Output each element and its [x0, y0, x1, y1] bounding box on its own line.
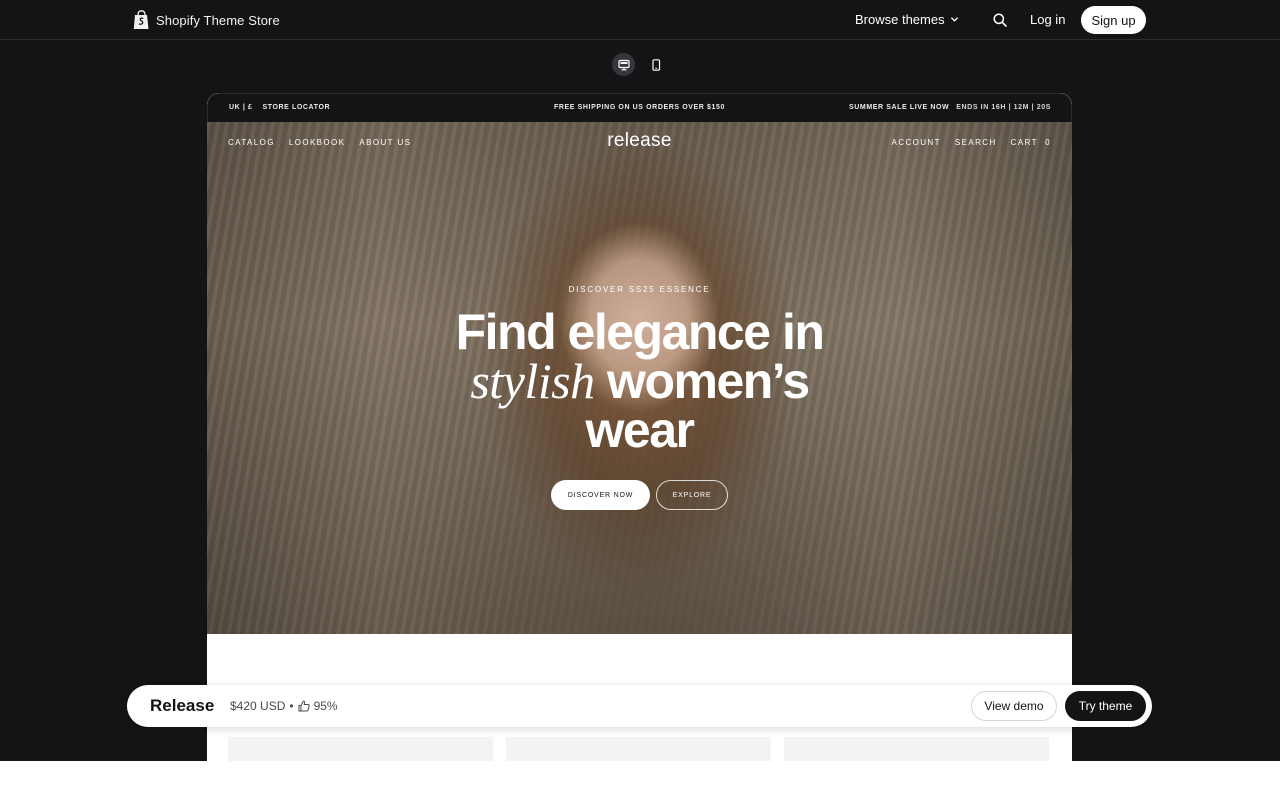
- theme-meta: $420 USD • 95%: [230, 699, 338, 713]
- product-card[interactable]: [228, 737, 493, 761]
- login-link[interactable]: Log in: [1030, 12, 1065, 27]
- cart-count: 0: [1045, 138, 1051, 147]
- nav-cart-label: CART: [1010, 138, 1038, 147]
- sale-message: SUMMER SALE LIVE NOW: [848, 104, 950, 111]
- view-demo-button[interactable]: View demo: [971, 691, 1057, 721]
- nav-cart[interactable]: CART 0: [1011, 138, 1051, 147]
- signup-button[interactable]: Sign up: [1081, 6, 1146, 34]
- headline-italic: stylish: [470, 353, 595, 409]
- meta-separator: •: [289, 699, 294, 713]
- desktop-view-button[interactable]: [612, 53, 635, 76]
- nav-account[interactable]: ACCOUNT: [892, 138, 941, 147]
- thumbs-up-icon: [298, 700, 310, 712]
- headline-line-1: Find elegance in: [455, 304, 825, 360]
- product-card[interactable]: [784, 737, 1049, 761]
- theme-name: Release: [150, 696, 215, 715]
- shopify-logo[interactable]: Shopify Theme Store: [133, 10, 280, 30]
- announcement-bar: UK | £ STORE LOCATOR FREE SHIPPING ON US…: [207, 93, 1072, 122]
- mobile-icon: [651, 58, 660, 71]
- try-theme-button[interactable]: Try theme: [1065, 691, 1146, 721]
- hero-banner: CATALOG LOOKBOOK ABOUT US release ACCOUN…: [207, 122, 1072, 634]
- theme-action-bar: Release $420 USD • 95% View demo Try the…: [127, 685, 1152, 727]
- theme-price: $420 USD: [230, 699, 286, 713]
- shopify-bag-icon: [133, 10, 149, 29]
- theme-preview-frame: UK | £ STORE LOCATOR FREE SHIPPING ON US…: [207, 93, 1072, 761]
- hero-headline: Find elegance in stylish women’s wear: [207, 304, 1072, 458]
- nav-search[interactable]: SEARCH: [955, 138, 997, 147]
- top-navigation: Shopify Theme Store Browse themes Log in…: [0, 0, 1280, 40]
- search-icon[interactable]: [992, 12, 1008, 28]
- browse-themes-dropdown[interactable]: Browse themes: [855, 12, 959, 27]
- store-title: Shopify Theme Store: [156, 12, 280, 28]
- chevron-down-icon: [950, 17, 958, 22]
- explore-button[interactable]: EXPLORE: [656, 480, 728, 510]
- headline-line-2-rest: women’s: [607, 353, 810, 409]
- browse-themes-label: Browse themes: [855, 12, 945, 27]
- theme-rating: 95%: [313, 699, 338, 713]
- store-nav-right: ACCOUNT SEARCH CART 0: [892, 138, 1051, 147]
- hero-eyebrow: DISCOVER SS25 ESSENCE: [568, 285, 711, 294]
- desktop-icon: [617, 59, 630, 70]
- sale-countdown: ENDS IN 16H | 12M | 20S: [956, 104, 1051, 111]
- device-toggle: [612, 53, 667, 76]
- hero-cta-row: DISCOVER NOW EXPLORE: [207, 480, 1072, 510]
- product-card[interactable]: [506, 737, 771, 761]
- headline-line-3: wear: [585, 402, 695, 458]
- discover-now-button[interactable]: DISCOVER NOW: [551, 480, 650, 510]
- headline-line-2: stylish women’s: [207, 356, 1072, 406]
- mobile-view-button[interactable]: [644, 53, 667, 76]
